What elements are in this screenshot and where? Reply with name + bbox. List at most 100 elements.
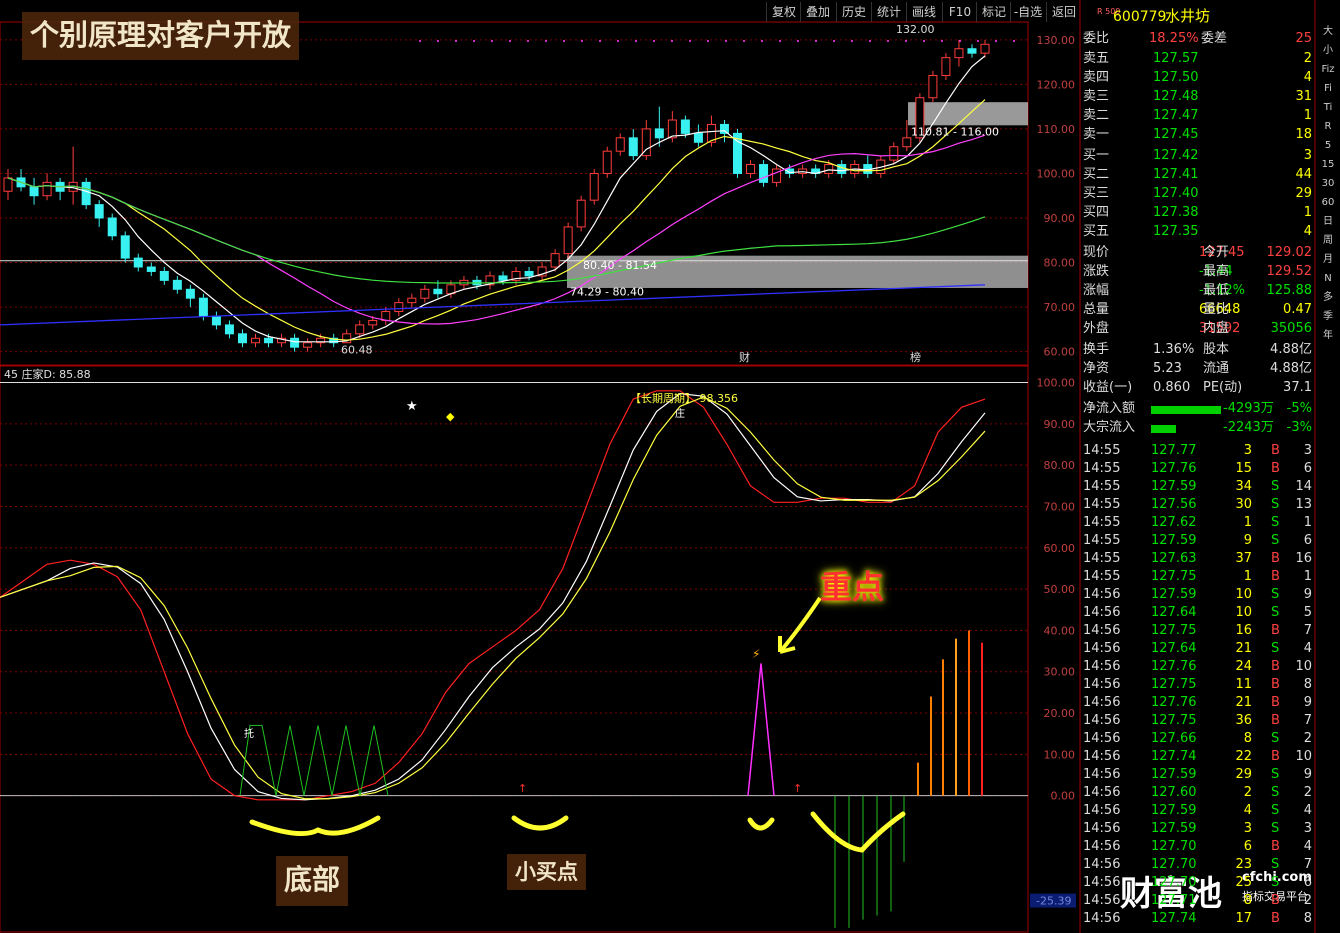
- side-icon[interactable]: R: [1316, 117, 1340, 136]
- side-icon[interactable]: 年: [1316, 326, 1340, 345]
- side-icon[interactable]: 5: [1316, 136, 1340, 155]
- y-tick-label: 20.00: [1044, 707, 1076, 720]
- tick-side: B: [1271, 659, 1280, 674]
- side-icon[interactable]: Fi: [1316, 79, 1340, 98]
- tick-side: S: [1271, 857, 1280, 872]
- tick-price: 127.77: [1151, 443, 1197, 458]
- tick-count: 6: [1303, 533, 1312, 548]
- tick-volume: 3: [1243, 443, 1252, 458]
- side-icon[interactable]: 60: [1316, 193, 1340, 212]
- side-icon[interactable]: 多: [1316, 288, 1340, 307]
- side-icon[interactable]: 日: [1316, 212, 1340, 231]
- toolbar-button[interactable]: 返回: [1046, 2, 1081, 22]
- y-tick-label: 130.00: [1037, 34, 1076, 47]
- candle-body: [563, 226, 573, 255]
- side-icon[interactable]: 大: [1316, 22, 1340, 41]
- tick-price: 127.76: [1151, 695, 1197, 710]
- bid-row: 买三 127.40 29: [1083, 185, 1314, 203]
- tick-time: 14:56: [1083, 803, 1121, 818]
- toolbar-button[interactable]: 叠加: [800, 2, 835, 22]
- toolbar-button[interactable]: 统计: [871, 2, 906, 22]
- tick-volume: 21: [1235, 695, 1252, 710]
- toolbar-button[interactable]: 标记: [976, 2, 1011, 22]
- tick-count: 4: [1303, 839, 1312, 854]
- highlight-stroke: [511, 815, 569, 831]
- side-icon[interactable]: 周: [1316, 231, 1340, 250]
- candle-body: [967, 48, 977, 54]
- y-tick-label: 90.00: [1044, 212, 1076, 225]
- tick-count: 1: [1303, 569, 1312, 584]
- side-icon[interactable]: Ti: [1316, 98, 1340, 117]
- side-icon[interactable]: N: [1316, 269, 1340, 288]
- candle-body: [628, 137, 638, 157]
- toolbar-button[interactable]: 历史: [836, 2, 871, 22]
- side-icon[interactable]: 月: [1316, 250, 1340, 269]
- bid-label: 买四: [1083, 205, 1110, 220]
- tick-row: 14:55 127.56 30 S 13: [1083, 496, 1314, 514]
- tick-volume: 11: [1235, 677, 1252, 692]
- bid-price: 127.38: [1153, 205, 1199, 220]
- tick-time: 14:56: [1083, 695, 1121, 710]
- top-dot: [635, 40, 637, 42]
- y-tick-label: 80.00: [1044, 257, 1076, 270]
- tag-label: 托: [244, 727, 254, 740]
- star-marker: ★: [406, 399, 418, 414]
- flow-row: 大宗流入 -2243万 -3%: [1083, 419, 1314, 437]
- tick-row: 14:56 127.70 23 S 7: [1083, 856, 1314, 874]
- tick-volume: 37: [1235, 551, 1252, 566]
- tick-price: 127.76: [1151, 461, 1197, 476]
- stock-code: 600779: [1113, 9, 1167, 25]
- tag-label: 庄: [675, 407, 685, 420]
- tick-count: 3: [1303, 443, 1312, 458]
- tick-volume: 4: [1243, 803, 1252, 818]
- quote-value: 0.47: [1283, 302, 1312, 317]
- toolbar-button[interactable]: F10: [942, 2, 977, 22]
- quote-panel: R 500 600779 水井坊 委比 18.25% 委差 25 卖五 127.57 2 卖四…: [1081, 0, 1316, 933]
- top-dot: [815, 40, 817, 42]
- side-toolbar[interactable]: 大小 Fiz Fi Ti R 5 15 30 60 日周月 N 多季年: [1316, 22, 1340, 345]
- toolbar-button[interactable]: -自选: [1010, 2, 1045, 22]
- tick-time: 14:56: [1083, 659, 1121, 674]
- side-icon[interactable]: 小: [1316, 41, 1340, 60]
- candle-body: [224, 324, 234, 335]
- candle-body: [368, 319, 378, 326]
- bid-volume: 29: [1295, 186, 1312, 201]
- toolbar-button[interactable]: 复权: [766, 2, 801, 22]
- candle-body: [576, 199, 586, 228]
- quote-label: 委比: [1083, 31, 1110, 46]
- ask-label: 卖二: [1083, 108, 1110, 123]
- tick-count: 5: [1303, 605, 1312, 620]
- tick-time: 14:56: [1083, 767, 1121, 782]
- tick-count: 9: [1303, 587, 1312, 602]
- side-icon[interactable]: Fiz: [1316, 60, 1340, 79]
- y-tick-label: 30.00: [1044, 666, 1076, 679]
- tick-volume: 8: [1243, 893, 1252, 908]
- bid-label: 买二: [1083, 167, 1110, 182]
- y-tick-label: 120.00: [1037, 78, 1076, 91]
- candle-body: [719, 123, 729, 134]
- side-icon[interactable]: 15: [1316, 155, 1340, 174]
- bid-row: 买四 127.38 1: [1083, 204, 1314, 222]
- quote-value: 18.25%: [1149, 31, 1199, 46]
- toolbar-button[interactable]: 画线: [906, 2, 941, 22]
- top-dot: [851, 40, 853, 42]
- top-dot: [581, 40, 583, 42]
- tick-time: 14:56: [1083, 605, 1121, 620]
- info-label: 股本: [1203, 342, 1230, 357]
- tick-count: 7: [1303, 623, 1312, 638]
- side-icon[interactable]: 季: [1316, 307, 1340, 326]
- top-dot: [833, 40, 835, 42]
- tick-side: B: [1271, 623, 1280, 638]
- tick-side: S: [1271, 803, 1280, 818]
- tick-time: 14:56: [1083, 785, 1121, 800]
- tick-volume: 30: [1235, 497, 1252, 512]
- bid-volume: 3: [1303, 148, 1312, 163]
- tick-price: 127.76: [1151, 659, 1197, 674]
- candle-body: [172, 279, 182, 290]
- quote-row: 涨跌 -1.44 最高 129.52: [1083, 263, 1314, 281]
- info-label: 收益(一): [1083, 380, 1133, 395]
- tick-time: 14:56: [1083, 839, 1121, 854]
- tick-side: B: [1271, 839, 1280, 854]
- tick-side: S: [1271, 497, 1280, 512]
- side-icon[interactable]: 30: [1316, 174, 1340, 193]
